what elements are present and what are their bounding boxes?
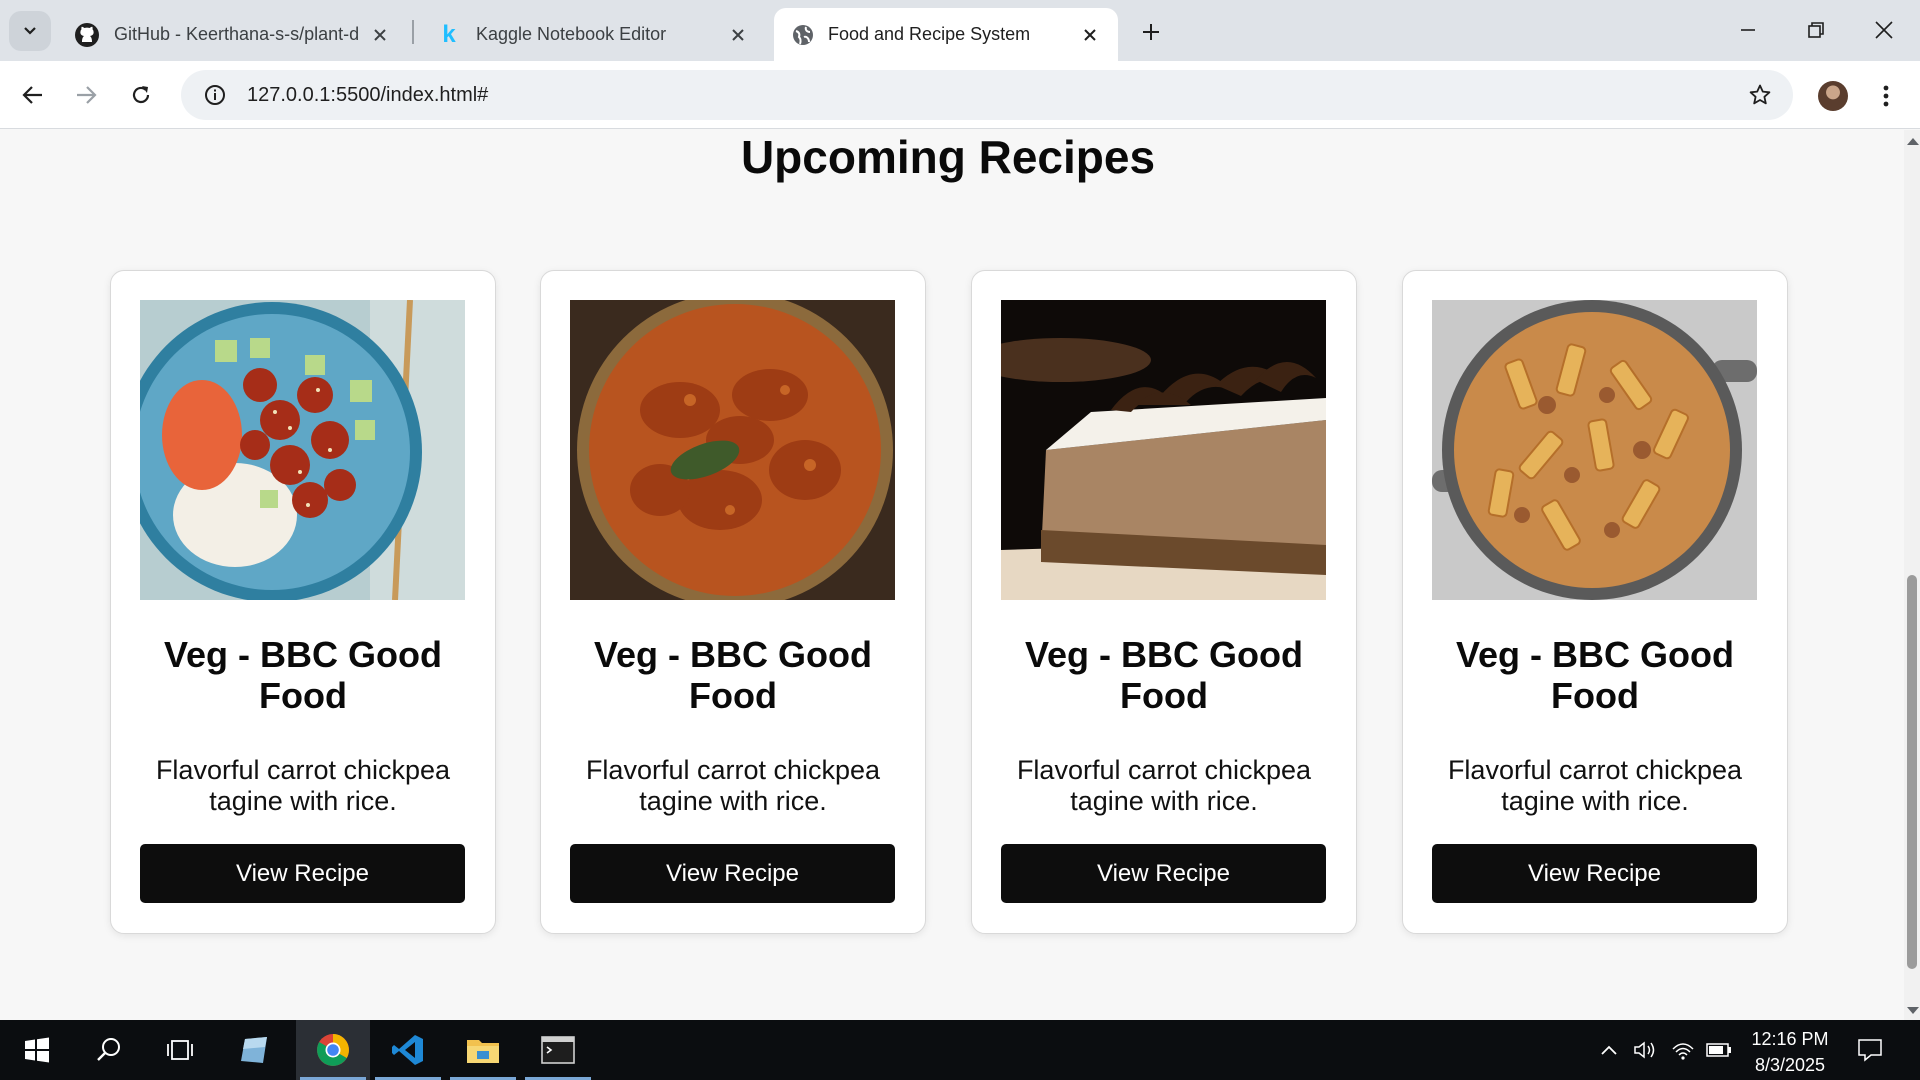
tab-search-button[interactable] — [9, 11, 51, 51]
recipe-title: Veg - BBC Good Food — [1025, 634, 1303, 716]
recipe-card: Veg - BBC Good Food Flavorful carrot chi… — [971, 270, 1357, 934]
address-bar[interactable]: 127.0.0.1:5500/index.html# — [181, 70, 1793, 120]
restore-button[interactable] — [1782, 8, 1850, 52]
tab-divider — [412, 20, 414, 44]
volume-icon[interactable] — [1632, 1038, 1658, 1062]
forward-button[interactable] — [65, 74, 107, 116]
close-icon[interactable] — [368, 23, 392, 47]
recipe-card: Veg - BBC Good Food Flavorful carrot chi… — [540, 270, 926, 934]
restore-icon — [1808, 22, 1824, 38]
kaggle-icon: k — [442, 20, 456, 48]
folder-icon — [467, 1040, 499, 1063]
view-recipe-button[interactable]: View Recipe — [140, 844, 465, 903]
task-view-icon — [167, 1040, 193, 1060]
notes-app-icon — [241, 1037, 267, 1063]
recipe-card: Veg - BBC Good Food Flavorful carrot chi… — [1402, 270, 1788, 934]
url-text[interactable]: 127.0.0.1:5500/index.html# — [247, 84, 1735, 107]
minimize-icon — [1741, 29, 1755, 31]
more-vertical-icon — [1883, 85, 1889, 107]
tab-title: GitHub - Keerthana-s-s/plant-d — [114, 24, 360, 44]
bookmark-star-icon[interactable] — [1735, 83, 1785, 107]
clock-time: 12:16 PM — [1751, 1029, 1829, 1049]
browser-toolbar: 127.0.0.1:5500/index.html# — [0, 61, 1920, 129]
view-recipe-button[interactable]: View Recipe — [1432, 844, 1757, 903]
clock-date: 8/3/2025 — [1754, 1055, 1826, 1075]
close-icon — [1875, 21, 1893, 39]
github-icon — [75, 22, 99, 47]
scroll-down-arrow[interactable] — [1907, 1007, 1919, 1014]
system-clock[interactable]: 12:16 PM 8/3/2025 — [1740, 1026, 1840, 1078]
tray-overflow-chevron-icon[interactable] — [1596, 1038, 1622, 1062]
recipe-image-sesame-chicken-bowl — [140, 300, 465, 600]
tab-kaggle[interactable]: k Kaggle Notebook Editor — [418, 8, 766, 61]
task-view-button[interactable] — [143, 1020, 217, 1080]
network-icon[interactable] — [1670, 1038, 1696, 1062]
recipe-title: Veg - BBC Good Food — [594, 634, 872, 716]
search-button[interactable] — [72, 1020, 146, 1080]
close-icon[interactable] — [726, 23, 750, 47]
arrow-right-icon — [77, 86, 97, 104]
chevron-down-icon — [24, 27, 36, 35]
plus-icon — [1143, 24, 1159, 40]
tab-title: Kaggle Notebook Editor — [476, 24, 667, 44]
recipe-image-rigatoni-pasta — [1432, 300, 1757, 600]
windows-taskbar: 12:16 PM 8/3/2025 — [0, 1020, 1920, 1080]
recipe-description: Flavorful carrot chickpea tagine with ri… — [155, 755, 451, 816]
tab-github[interactable]: GitHub - Keerthana-s-s/plant-d — [56, 8, 408, 61]
windows-start-icon — [25, 1037, 49, 1063]
search-icon — [97, 1038, 120, 1061]
notifications-icon[interactable] — [1857, 1038, 1883, 1062]
browser-menu-button[interactable] — [1872, 78, 1900, 114]
battery-icon[interactable] — [1706, 1038, 1732, 1062]
recipe-title: Veg - BBC Good Food — [1456, 634, 1734, 716]
view-recipe-button[interactable]: View Recipe — [1001, 844, 1326, 903]
recipe-description: Flavorful carrot chickpea tagine with ri… — [585, 755, 881, 816]
reload-icon — [132, 86, 150, 104]
back-button[interactable] — [12, 74, 54, 116]
scroll-thumb[interactable] — [1907, 575, 1917, 969]
taskbar-app-chrome[interactable] — [296, 1020, 370, 1080]
site-info-icon[interactable] — [191, 84, 239, 106]
taskbar-app-file-explorer[interactable] — [446, 1020, 520, 1080]
view-recipe-button[interactable]: View Recipe — [570, 844, 895, 903]
scroll-up-arrow[interactable] — [1907, 138, 1919, 145]
recipe-card: Veg - BBC Good Food Flavorful carrot chi… — [110, 270, 496, 934]
recipe-image-chicken-curry — [570, 300, 895, 600]
profile-avatar[interactable] — [1818, 81, 1848, 111]
arrow-left-icon — [22, 86, 42, 104]
new-tab-button[interactable] — [1133, 14, 1169, 50]
chrome-icon — [317, 1034, 349, 1066]
close-window-button[interactable] — [1850, 8, 1918, 52]
tab-title: Food and Recipe System — [828, 24, 1031, 44]
taskbar-app-notes[interactable] — [218, 1020, 292, 1080]
page-viewport: Upcoming Recipes Veg - BBC Good Food Fla… — [0, 130, 1904, 1020]
recipe-description: Flavorful carrot chickpea tagine with ri… — [1016, 755, 1312, 816]
reload-button[interactable] — [120, 74, 162, 116]
globe-icon — [793, 24, 813, 45]
close-icon[interactable] — [1078, 23, 1102, 47]
tab-strip: GitHub - Keerthana-s-s/plant-d k Kaggle … — [0, 0, 1920, 61]
recipe-description: Flavorful carrot chickpea tagine with ri… — [1447, 755, 1743, 816]
tab-food-recipe[interactable]: Food and Recipe System — [774, 8, 1118, 61]
section-title: Upcoming Recipes — [740, 131, 1156, 183]
vscode-icon — [392, 1035, 423, 1065]
minimize-button[interactable] — [1714, 8, 1782, 52]
recipe-title: Veg - BBC Good Food — [164, 634, 442, 716]
terminal-icon — [541, 1036, 575, 1064]
recipe-image-chocolate-pie — [1001, 300, 1326, 600]
vertical-scrollbar[interactable] — [1904, 130, 1920, 1020]
taskbar-app-terminal[interactable] — [521, 1020, 595, 1080]
taskbar-app-vscode[interactable] — [371, 1020, 445, 1080]
start-button[interactable] — [0, 1020, 74, 1080]
